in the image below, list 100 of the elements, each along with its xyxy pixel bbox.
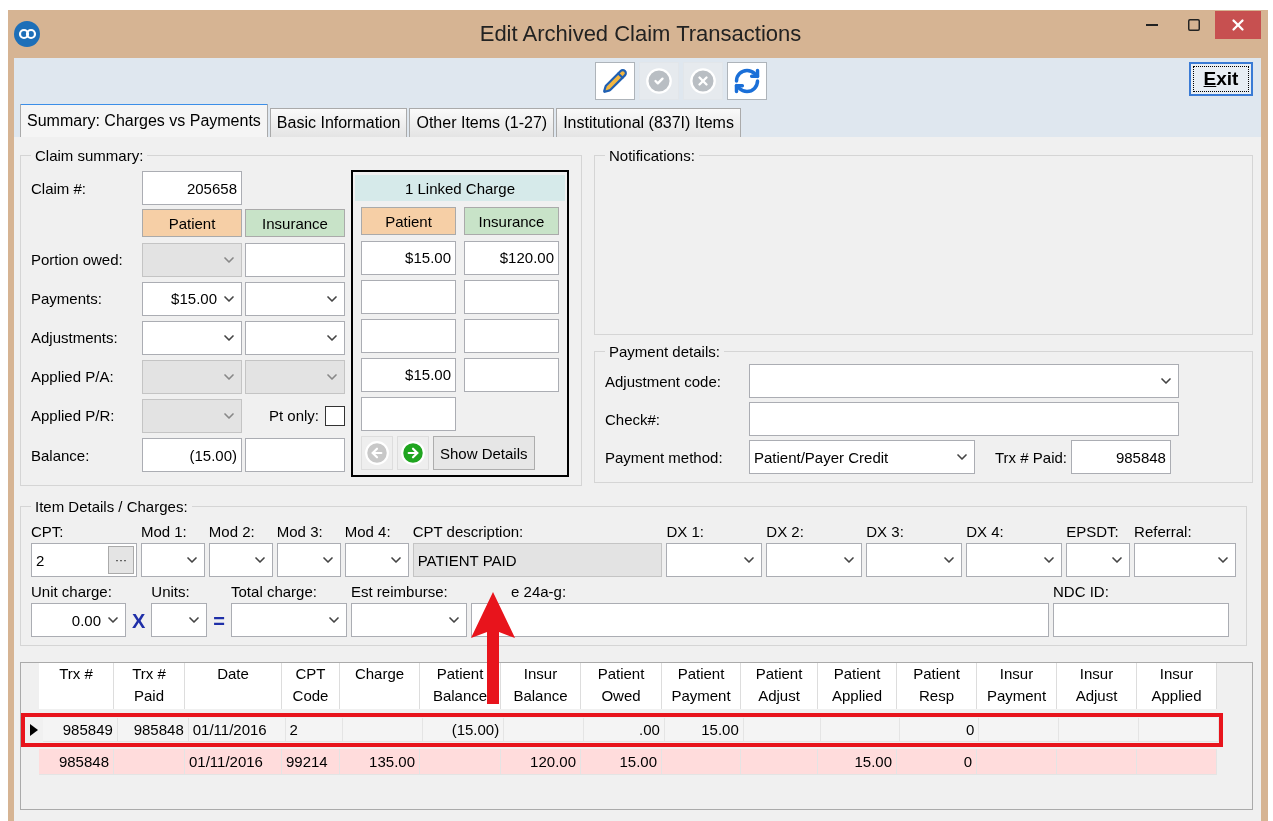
dropdown[interactable]: 0.00 (31, 603, 126, 637)
dropdown[interactable]: $15.00 (142, 281, 242, 316)
dropdown[interactable] (1134, 543, 1236, 577)
table-cell: 01/11/2016 (188, 718, 286, 742)
text-field[interactable]: PATIENT PAID (412, 543, 663, 577)
table-cell: 120.00 (501, 749, 581, 775)
text-field[interactable] (245, 438, 345, 472)
text-field[interactable] (464, 357, 559, 392)
operator-sign: X (131, 610, 147, 634)
table-cell: 0 (899, 718, 980, 742)
lookup-button[interactable]: ··· (107, 546, 134, 574)
dropdown[interactable] (766, 543, 863, 577)
dropdown[interactable] (231, 603, 348, 637)
text-field[interactable]: 985848 (1070, 440, 1171, 474)
field-label: Claim #: (31, 179, 87, 197)
table-cell: 99214 (282, 749, 340, 775)
text-field[interactable] (361, 279, 456, 314)
field-label: Applied P/A: (31, 368, 115, 385)
dropdown[interactable] (208, 543, 273, 577)
column-header: Insurance (245, 209, 345, 237)
column-header: Insur Payment (977, 663, 1057, 709)
table-cell: 985848 (39, 749, 114, 775)
column-header: Patient (361, 207, 456, 235)
tab[interactable]: Basic Information (269, 108, 408, 137)
text-field[interactable] (245, 242, 345, 277)
dropdown[interactable] (276, 543, 341, 577)
field-label: Est reimburse: (351, 583, 449, 602)
field-label: Portion owed: (31, 251, 124, 268)
window-title: Edit Archived Claim Transactions (478, 21, 803, 47)
column-header: Charge (340, 663, 420, 709)
dropdown[interactable] (666, 543, 763, 577)
text-field[interactable] (361, 396, 456, 431)
text-field[interactable]: $15.00 (361, 240, 456, 275)
dropdown[interactable] (142, 320, 242, 355)
field-label: e 24a-g: (510, 583, 568, 602)
dropdown[interactable] (966, 543, 1063, 577)
text-field[interactable]: (15.00) (142, 438, 242, 472)
table-cell: 15.00 (664, 718, 744, 742)
column-header: Date (185, 663, 282, 709)
tab[interactable]: Institutional (837I) Items (556, 108, 741, 137)
refresh-icon (733, 67, 761, 95)
column-header: Insur Balance (501, 663, 581, 709)
text-field[interactable]: $15.00 (361, 357, 456, 392)
close-icon (1229, 16, 1247, 34)
field-label: Adjustments: (31, 329, 119, 346)
field-label: Trx # Paid: (995, 448, 1067, 466)
table-cell: 985848 (117, 718, 189, 742)
field-label: DX 4: (966, 523, 1005, 542)
field-label: Unit charge: (31, 583, 113, 602)
text-field[interactable]: 205658 (142, 171, 242, 205)
field-label: Payments: (31, 290, 103, 307)
checkbox-label: Pt only: (268, 407, 319, 424)
column-header: Insur Applied (1137, 663, 1217, 709)
column-header: Patient Resp (897, 663, 977, 709)
dropdown[interactable] (866, 543, 963, 577)
table-cell (114, 749, 185, 775)
field-label: Mod 4: (344, 523, 392, 542)
column-header: Patient Payment (662, 663, 741, 709)
pencil-icon (602, 68, 628, 94)
toolbar-button[interactable] (595, 62, 635, 100)
text-field[interactable] (1053, 603, 1230, 637)
column-header: Patient Applied (818, 663, 897, 709)
dropdown[interactable] (245, 281, 345, 316)
field-label: Total charge: (231, 583, 318, 602)
table-cell: 985849 (42, 718, 118, 742)
dropdown[interactable] (344, 543, 409, 577)
dropdown[interactable] (1066, 543, 1131, 577)
table-cell: 01/11/2016 (185, 749, 282, 775)
text-field[interactable] (749, 402, 1179, 436)
nav-button[interactable] (397, 436, 429, 470)
close-button[interactable] (1215, 11, 1261, 39)
column-header: Insurance (464, 207, 559, 235)
field-label: Adjustment code: (605, 372, 722, 390)
dropdown[interactable] (245, 320, 345, 355)
dropdown[interactable] (140, 543, 205, 577)
table-cell: 2 (285, 718, 344, 742)
dropdown[interactable] (749, 364, 1179, 398)
field-label: Balance: (31, 446, 91, 464)
exit-button[interactable]: Exit (1189, 62, 1253, 96)
toolbar-button[interactable] (727, 62, 767, 100)
text-field[interactable]: 2 ··· (31, 543, 137, 577)
dropdown[interactable] (151, 603, 208, 637)
text-field[interactable] (464, 279, 559, 314)
checkbox[interactable] (325, 405, 345, 426)
dropdown[interactable] (351, 603, 468, 637)
field-label: Mod 3: (276, 523, 324, 542)
table-cell: 15.00 (818, 749, 897, 775)
operator-sign: = (212, 610, 227, 634)
text-field[interactable] (361, 318, 456, 353)
field-label: DX 2: (766, 523, 805, 542)
dropdown[interactable]: Patient/Payer Credit (749, 440, 975, 474)
group-title: Claim summary: (34, 147, 145, 164)
tab[interactable]: Other Items (1-27) (409, 108, 555, 137)
column-header: Insur Adjust (1057, 663, 1137, 709)
text-field[interactable]: $120.00 (464, 240, 559, 275)
text-field[interactable] (464, 318, 559, 353)
show-details-button[interactable]: Show Details (433, 436, 535, 470)
field-label: DX 3: (866, 523, 905, 542)
text-field[interactable] (471, 603, 1050, 637)
field-label: Mod 2: (208, 523, 256, 542)
